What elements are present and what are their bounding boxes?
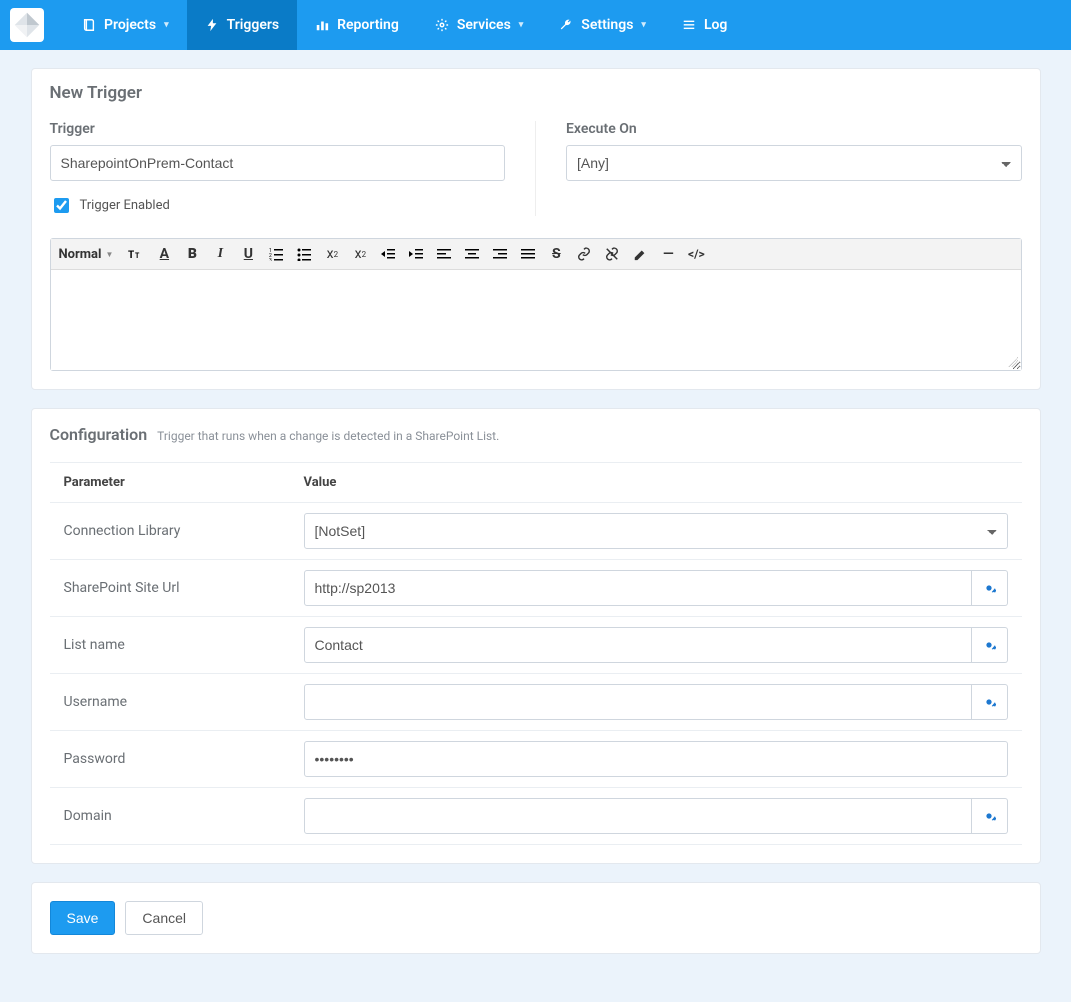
trigger-enabled-checkbox[interactable]: [54, 198, 69, 213]
caret-down-icon: ▾: [519, 20, 524, 30]
align-justify-icon[interactable]: [519, 245, 537, 263]
config-select-0[interactable]: [NotSet]: [304, 513, 1008, 549]
save-button[interactable]: Save: [50, 901, 116, 935]
configuration-panel: Configuration Trigger that runs when a c…: [31, 408, 1041, 864]
link-icon[interactable]: [575, 245, 593, 263]
align-right-icon[interactable]: [491, 245, 509, 263]
param-label: Connection Library: [50, 503, 290, 560]
align-left-icon[interactable]: [435, 245, 453, 263]
trigger-label: Trigger: [50, 121, 506, 137]
param-label: List name: [50, 617, 290, 674]
top-navbar: Projects▾TriggersReportingServices▾Setti…: [0, 0, 1071, 50]
nav-services[interactable]: Services▾: [417, 0, 541, 50]
nav-log[interactable]: Log: [664, 0, 745, 50]
config-input-4[interactable]: [304, 741, 1008, 777]
nav-triggers[interactable]: Triggers: [187, 0, 298, 50]
gear-icon[interactable]: [972, 570, 1008, 606]
font-color-icon[interactable]: A: [155, 245, 173, 263]
hr-icon[interactable]: —: [659, 245, 677, 263]
config-row: Connection Library [NotSet]: [50, 503, 1022, 560]
new-trigger-panel: New Trigger Trigger Trigger Enabled Exec…: [31, 68, 1041, 390]
config-row: Domain: [50, 788, 1022, 845]
panel-title: New Trigger: [32, 69, 1040, 103]
config-input-1[interactable]: [304, 570, 972, 606]
caret-down-icon: ▾: [164, 20, 169, 30]
gear-icon[interactable]: [972, 798, 1008, 834]
config-title: Configuration: [50, 425, 148, 444]
param-label: SharePoint Site Url: [50, 560, 290, 617]
col-value: Value: [290, 463, 1022, 503]
book-icon: [82, 18, 96, 32]
clear-format-icon[interactable]: [631, 245, 649, 263]
nav-projects[interactable]: Projects▾: [64, 0, 187, 50]
config-row: Password: [50, 731, 1022, 788]
strikethrough-icon[interactable]: S: [547, 245, 565, 263]
outdent-icon[interactable]: [379, 245, 397, 263]
bold-icon[interactable]: B: [183, 245, 201, 263]
underline-icon[interactable]: U: [239, 245, 257, 263]
config-row: Username: [50, 674, 1022, 731]
app-logo-icon: [10, 8, 44, 42]
nav-reporting[interactable]: Reporting: [297, 0, 417, 50]
align-center-icon[interactable]: [463, 245, 481, 263]
trigger-enabled-label: Trigger Enabled: [80, 198, 170, 213]
superscript-icon[interactable]: x2: [351, 245, 369, 263]
gear-icon[interactable]: [972, 684, 1008, 720]
subscript-icon[interactable]: x2: [323, 245, 341, 263]
indent-icon[interactable]: [407, 245, 425, 263]
col-parameter: Parameter: [50, 463, 290, 503]
trigger-name-input[interactable]: [50, 145, 506, 181]
caret-down-icon: ▾: [641, 20, 646, 30]
svg-text:T: T: [128, 250, 134, 261]
unlink-icon[interactable]: [603, 245, 621, 263]
italic-icon[interactable]: I: [211, 245, 229, 263]
rte-toolbar: Normal▼ TT A B I U 123 x2 x2: [51, 239, 1021, 270]
execute-on-label: Execute On: [566, 121, 1022, 137]
wrench-icon: [559, 18, 573, 32]
config-input-2[interactable]: [304, 627, 972, 663]
list-icon: [682, 18, 696, 32]
svg-text:3: 3: [269, 258, 272, 261]
ordered-list-icon[interactable]: 123: [267, 245, 285, 263]
execute-on-select[interactable]: [Any]: [566, 145, 1022, 181]
config-table: Parameter Value Connection Library [NotSe…: [50, 462, 1022, 845]
gear-icon[interactable]: [972, 627, 1008, 663]
config-row: SharePoint Site Url: [50, 560, 1022, 617]
param-label: Password: [50, 731, 290, 788]
actions-panel: Save Cancel: [31, 882, 1041, 954]
description-editor: Normal▼ TT A B I U 123 x2 x2: [50, 238, 1022, 371]
param-label: Username: [50, 674, 290, 731]
config-row: List name: [50, 617, 1022, 674]
svg-text:T: T: [135, 252, 140, 260]
cogs-icon: [435, 18, 449, 32]
code-view-icon[interactable]: </>: [687, 245, 705, 263]
cancel-button[interactable]: Cancel: [125, 901, 203, 935]
config-subtitle: Trigger that runs when a change is detec…: [157, 429, 499, 443]
config-input-5[interactable]: [304, 798, 972, 834]
rte-format-select[interactable]: Normal▼: [59, 247, 118, 262]
chart-icon: [315, 18, 329, 32]
config-input-3[interactable]: [304, 684, 972, 720]
unordered-list-icon[interactable]: [295, 245, 313, 263]
rte-textarea[interactable]: [51, 270, 1021, 370]
nav-settings[interactable]: Settings▾: [541, 0, 664, 50]
param-label: Domain: [50, 788, 290, 845]
bolt-icon: [205, 18, 219, 32]
font-size-icon[interactable]: TT: [127, 245, 145, 263]
